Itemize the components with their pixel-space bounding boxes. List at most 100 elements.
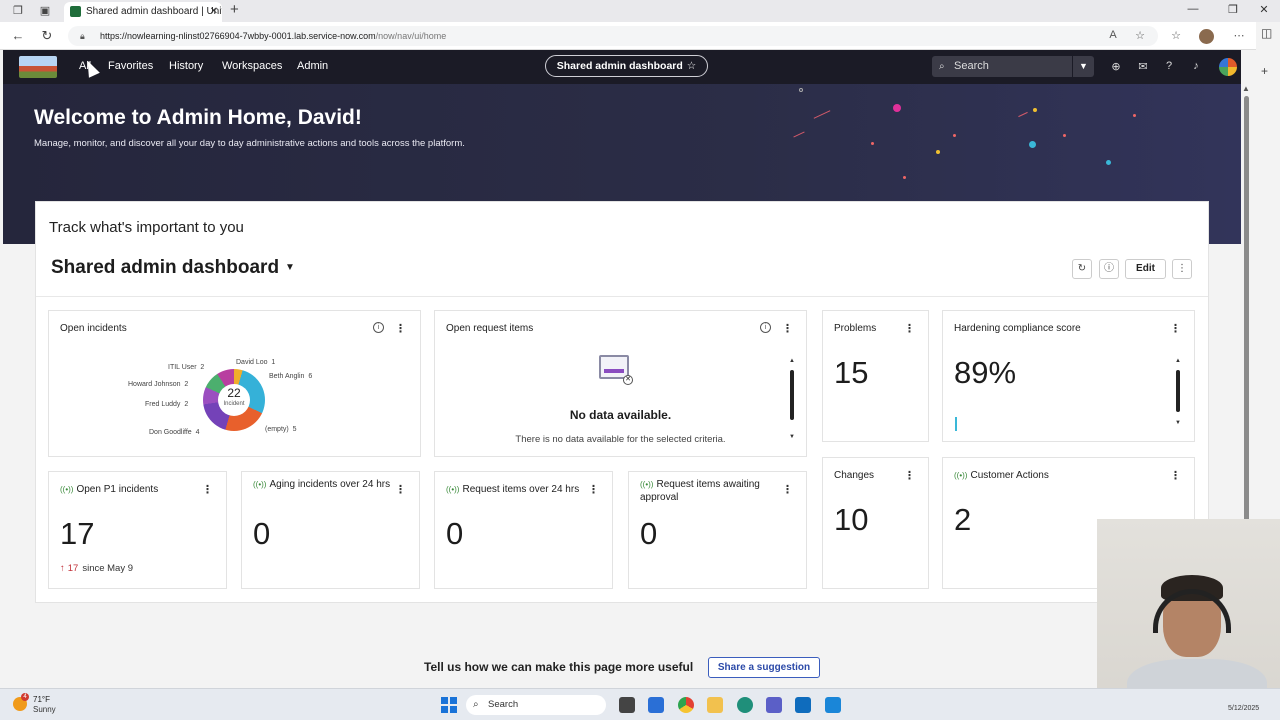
weather-temp[interactable]: 71°F (33, 695, 50, 704)
chat-icon[interactable]: ✉ (1136, 60, 1150, 73)
request-awaiting-value[interactable]: 0 (640, 516, 657, 552)
task-view-icon[interactable] (619, 697, 635, 713)
scroll-thumb[interactable] (790, 370, 794, 420)
sidebar-toggle-icon[interactable]: ◫ (1261, 26, 1272, 40)
scroll-down-icon[interactable]: ▼ (789, 434, 795, 440)
problems-card[interactable]: Problems ⋮ 15 (822, 310, 929, 442)
kebab-menu-icon[interactable]: ⋮ (395, 322, 406, 335)
taskbar-date[interactable]: 5/12/2025 (1228, 705, 1259, 712)
kebab-menu-icon[interactable]: ⋮ (202, 483, 213, 496)
hardening-compliance-card[interactable]: Hardening compliance score ⋮ 89% ▲ ▼ (942, 310, 1195, 442)
nav-admin[interactable]: Admin (297, 60, 328, 72)
kebab-menu-icon[interactable]: ⋮ (588, 483, 599, 496)
changes-value[interactable]: 10 (834, 502, 868, 538)
kebab-menu-icon[interactable]: ⋮ (782, 322, 793, 335)
no-data-title: No data available. (569, 408, 672, 422)
outlook-icon[interactable] (795, 697, 811, 713)
kebab-menu-icon[interactable]: ⋮ (782, 483, 793, 496)
card-scrollbar[interactable]: ▲ ▼ (789, 358, 796, 443)
kebab-menu-icon[interactable]: ⋮ (904, 322, 915, 335)
search-scope-dropdown-icon[interactable]: ▼ (1072, 56, 1094, 77)
new-tab-icon[interactable]: + (230, 1, 239, 18)
browser-tab-active[interactable]: Shared admin dashboard | Unifie ✕ (64, 2, 222, 22)
scroll-up-icon[interactable]: ▲ (789, 358, 795, 364)
refresh-icon[interactable]: ↻ (39, 28, 55, 44)
scroll-down-icon[interactable]: ▼ (1175, 420, 1181, 426)
kebab-menu-icon[interactable]: ⋮ (904, 469, 915, 482)
window-close-icon[interactable]: ✕ (1256, 3, 1272, 16)
help-icon[interactable]: ? (1162, 60, 1176, 72)
teams-icon[interactable] (766, 697, 782, 713)
donut-label-empty[interactable]: (empty) 5 (265, 426, 297, 433)
customer-actions-value[interactable]: 2 (954, 502, 971, 538)
profile-avatar[interactable] (1199, 29, 1214, 44)
minimize-icon[interactable]: — (1185, 3, 1201, 15)
open-p1-value[interactable]: 17 (60, 516, 94, 552)
app-icon[interactable] (825, 697, 841, 713)
info-button[interactable]: ⓘ (1099, 259, 1119, 279)
donut-label-howard-johnson[interactable]: Howard Johnson 2 (128, 381, 188, 388)
tab-actions-icon[interactable]: ▣ (37, 3, 53, 19)
donut-label-itil-user[interactable]: ITIL User 2 (168, 364, 204, 371)
notifications-icon[interactable]: ♪ (1189, 60, 1203, 72)
share-suggestion-button[interactable]: Share a suggestion (708, 657, 820, 678)
kebab-menu-icon[interactable]: ⋮ (395, 483, 406, 496)
info-icon[interactable]: i (760, 322, 771, 333)
read-aloud-icon[interactable]: A (1106, 29, 1120, 41)
chrome-icon[interactable] (678, 697, 694, 713)
dashboard-selector[interactable]: Shared admin dashboard ▼ (51, 257, 295, 279)
tab-close-icon[interactable]: ✕ (210, 2, 218, 22)
company-logo[interactable] (19, 56, 57, 78)
taskbar-search[interactable]: ⌕ Search (466, 695, 606, 715)
workspaces-icon[interactable]: ❐ (10, 3, 26, 19)
card-scrollbar[interactable]: ▲ ▼ (1175, 358, 1182, 430)
aging-incidents-value[interactable]: 0 (253, 516, 270, 552)
request-items-24-value[interactable]: 0 (446, 516, 463, 552)
windows-start-icon[interactable] (441, 697, 457, 713)
aging-incidents-card[interactable]: ((•)) Aging incidents over 24 hrs ⋮ 0 (241, 471, 420, 589)
maximize-icon[interactable]: ❐ (1225, 3, 1241, 16)
open-p1-incidents-card[interactable]: ((•)) Open P1 incidents ⋮ 17 ↑ 17 since May… (48, 471, 227, 589)
more-menu-icon[interactable]: ⋯ (1232, 29, 1246, 42)
scroll-up-icon[interactable]: ▲ (1175, 358, 1181, 364)
scroll-up-icon[interactable]: ▲ (1242, 84, 1250, 93)
more-options-button[interactable]: ⋮ (1172, 259, 1192, 279)
kebab-menu-icon[interactable]: ⋮ (1170, 322, 1181, 335)
edge-icon[interactable] (737, 697, 753, 713)
donut-label-don-goodliffe[interactable]: Don Goodliffe 4 (149, 429, 199, 436)
context-pill[interactable]: Shared admin dashboard ☆ (545, 55, 708, 77)
nav-history[interactable]: History (169, 60, 203, 72)
back-icon[interactable]: ← (10, 28, 26, 43)
file-explorer-icon[interactable] (707, 697, 723, 713)
nav-workspaces[interactable]: Workspaces (222, 60, 282, 72)
nav-favorites[interactable]: Favorites (108, 60, 153, 72)
no-data-x-icon: ✕ (623, 375, 633, 385)
open-incidents-card[interactable]: Open incidents i ⋮ 22 Incident David Loo… (48, 310, 421, 457)
request-items-over-24-card[interactable]: ((•)) Request items over 24 hrs ⋮ 0 (434, 471, 613, 589)
card-title: Open request items (446, 323, 534, 334)
open-request-items-card[interactable]: Open request items i ⋮ ✕ No data availab… (434, 310, 807, 457)
scroll-thumb[interactable] (1176, 370, 1180, 412)
favorite-star-icon[interactable]: ☆ (1133, 29, 1147, 42)
donut-label-david-loo[interactable]: David Loo 1 (236, 359, 275, 366)
weather-condition[interactable]: Sunny (33, 705, 56, 714)
star-icon[interactable]: ☆ (687, 60, 696, 72)
edit-button[interactable]: Edit (1125, 259, 1166, 279)
store-icon[interactable] (648, 697, 664, 713)
request-items-awaiting-card[interactable]: ((•)) Request items awaiting approval ⋮ 0 (628, 471, 807, 589)
collections-icon[interactable]: ☆ (1169, 29, 1183, 42)
problems-value[interactable]: 15 (834, 355, 868, 391)
kebab-menu-icon[interactable]: ⋮ (1170, 469, 1181, 482)
hardening-value[interactable]: 89% (954, 355, 1016, 391)
url-field[interactable]: 🔒︎ https://nowlearning-nlinst02766904-7w… (68, 26, 1158, 46)
donut-label-beth-anglin[interactable]: Beth Anglin 6 (269, 373, 312, 380)
user-avatar[interactable] (1219, 58, 1237, 76)
global-search[interactable]: ⌕ Search ▼ (932, 56, 1094, 77)
globe-icon[interactable]: ⊕ (1109, 60, 1123, 73)
changes-card[interactable]: Changes ⋮ 10 (822, 457, 929, 589)
donut-label-fred-luddy[interactable]: Fred Luddy 2 (145, 401, 188, 408)
info-icon[interactable]: i (373, 322, 384, 333)
sidebar-add-icon[interactable]: + (1261, 64, 1268, 78)
refresh-dashboard-button[interactable]: ↻ (1072, 259, 1092, 279)
decor-dot (1133, 114, 1136, 117)
